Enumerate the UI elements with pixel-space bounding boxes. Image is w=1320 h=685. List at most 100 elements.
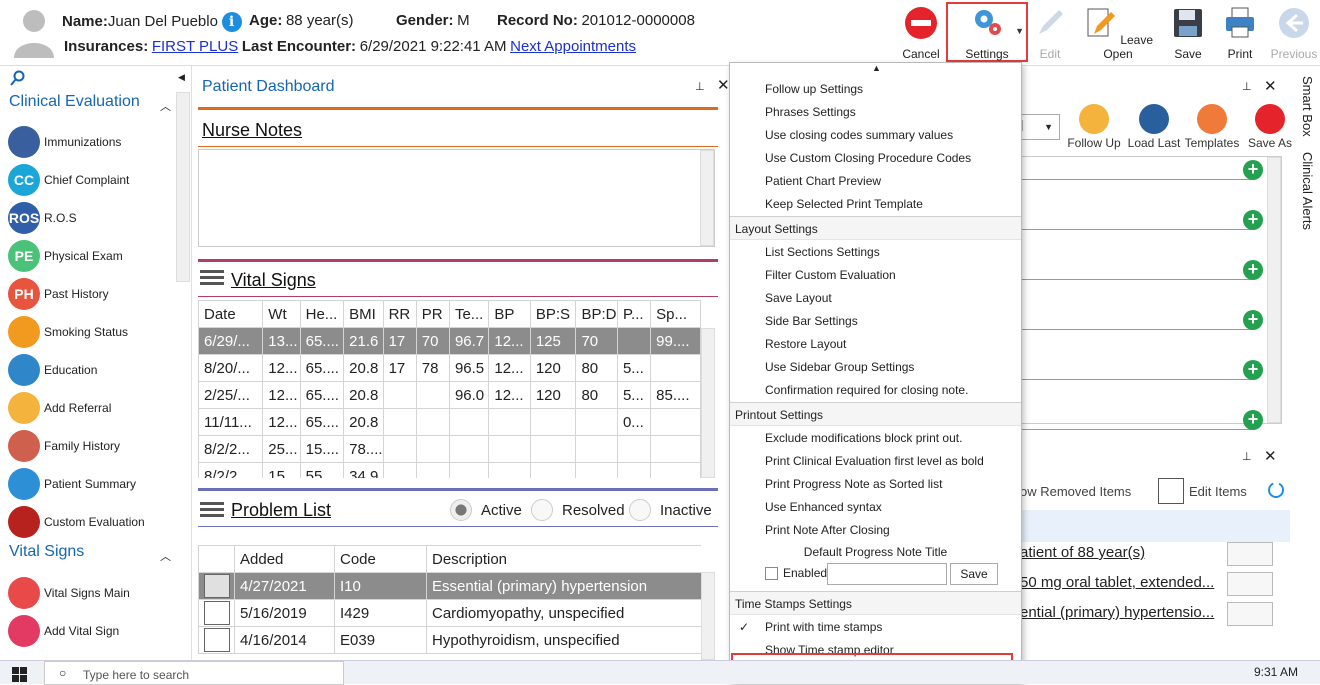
right-toolbar-button[interactable]: Follow Up [1066, 104, 1122, 150]
add-icon[interactable]: + [1243, 410, 1263, 430]
alert-row-action-dropdown[interactable] [1227, 572, 1273, 596]
vitals-column-header[interactable]: BP:D [575, 300, 618, 328]
vitals-column-header[interactable]: RR [382, 300, 417, 328]
table-row[interactable]: 8/2/2... 25... 15.... 78.... [198, 435, 701, 463]
menu-icon[interactable] [200, 269, 224, 287]
pin-icon[interactable]: ⊥ [1242, 450, 1252, 463]
close-icon[interactable]: ✕ [717, 76, 730, 94]
sidebar-item[interactable]: ROS R.O.S [8, 202, 180, 234]
vitals-column-header[interactable]: BP [488, 300, 531, 328]
save-button[interactable]: Save [1168, 4, 1208, 62]
right-toolbar-button[interactable]: Templates [1184, 104, 1240, 150]
row-select-cell[interactable] [198, 599, 235, 627]
sidebar-item[interactable]: Smoking Status [8, 316, 180, 348]
menu-item[interactable]: Patient Chart Preview [765, 170, 881, 193]
menu-item[interactable]: Use Enhanced syntax [765, 496, 882, 519]
alert-row-action-dropdown[interactable] [1227, 602, 1273, 626]
table-row[interactable]: 11/11... 12... 65.... 20.8 0... [198, 408, 701, 436]
enabled-checkbox[interactable] [765, 567, 778, 580]
menu-item[interactable]: Save Layout [765, 287, 832, 310]
sidebar-item[interactable]: PH Past History [8, 278, 180, 310]
edit-button[interactable]: Edit [1030, 4, 1070, 62]
settings-button[interactable]: Settings ▼ [946, 2, 1028, 62]
menu-item[interactable]: Side Bar Settings [765, 310, 858, 333]
smart-box-scrollbar[interactable] [1267, 157, 1281, 423]
row-checkbox[interactable] [204, 574, 230, 598]
menu-item[interactable]: Use Sidebar Group Settings [765, 356, 914, 379]
section-clinical-evaluation[interactable]: Clinical Evaluation [9, 93, 140, 111]
menu-item[interactable]: Print with time stamps [765, 616, 882, 639]
menu-item[interactable]: Print Note After Closing [765, 519, 890, 542]
vitals-column-header[interactable]: Date [198, 300, 264, 328]
right-toolbar-button[interactable]: Load Last [1126, 104, 1182, 150]
windows-start-icon[interactable] [12, 667, 28, 683]
next-appointments-link[interactable]: Next Appointments [510, 38, 636, 55]
collapse-sidebar-icon[interactable]: ◀ [178, 72, 185, 83]
vitals-scrollbar[interactable] [701, 328, 715, 478]
table-row[interactable]: 2/25/... 12... 65.... 20.8 96.0 12... 120 80 5..… [198, 381, 701, 409]
vital-signs-title[interactable]: Vital Signs [231, 270, 316, 291]
problem-scrollbar[interactable] [701, 572, 715, 660]
sidebar-item[interactable]: Education [8, 354, 180, 386]
section-vital-signs[interactable]: Vital Signs [9, 543, 84, 561]
chevron-up-icon[interactable]: ︿ [160, 98, 171, 114]
notes-scrollbar[interactable] [700, 150, 714, 246]
alert-row[interactable]: 50 mg oral tablet, extended... [1020, 574, 1225, 591]
sidebar-item[interactable]: CC Chief Complaint [8, 164, 180, 196]
previous-button[interactable]: Previous [1270, 4, 1318, 62]
menu-item[interactable]: Restore Layout [765, 333, 846, 356]
table-row[interactable]: 8/20/... 12... 65.... 20.8 17 78 96.5 12... 120 8… [198, 354, 701, 382]
problem-column-header[interactable]: Added [234, 545, 335, 573]
row-checkbox[interactable] [204, 628, 230, 652]
sidebar-item[interactable]: Immunizations [8, 126, 180, 158]
vitals-column-header[interactable]: Sp... [650, 300, 701, 328]
add-icon[interactable]: + [1243, 310, 1263, 330]
close-icon[interactable]: ✕ [1264, 77, 1277, 95]
table-row[interactable]: 8/2/2... 15 55 34.9 [198, 462, 701, 478]
sidebar-item[interactable]: Add Referral [8, 392, 180, 424]
vitals-column-header[interactable]: Wt [262, 300, 301, 328]
scroll-up-icon[interactable]: ▲ [872, 63, 881, 73]
row-checkbox[interactable] [204, 601, 230, 625]
vitals-column-header[interactable]: Te... [448, 300, 490, 328]
sidebar-item[interactable]: Family History [8, 430, 180, 462]
edit-items-checkbox[interactable] [1158, 478, 1184, 504]
chevron-up-icon[interactable]: ︿ [160, 548, 171, 564]
table-row[interactable]: 6/29/... 13... 65.... 21.6 17 70 96.7 12... 125 7… [198, 327, 701, 355]
menu-item[interactable]: Print Progress Note as Sorted list [765, 473, 942, 496]
vitals-column-header[interactable]: P... [616, 300, 652, 328]
right-toolbar-button[interactable]: Save As [1242, 104, 1298, 150]
print-button[interactable]: Print [1220, 4, 1260, 62]
refresh-icon[interactable] [1266, 480, 1286, 500]
menu-icon[interactable] [200, 501, 224, 519]
menu-item[interactable]: Use Custom Closing Procedure Codes [765, 147, 971, 170]
default-title-input[interactable] [827, 563, 947, 585]
menu-item[interactable]: Use closing codes summary values [765, 124, 953, 147]
vitals-column-header[interactable]: BMI [343, 300, 384, 328]
taskbar-search-box[interactable]: ○ Type here to search [44, 661, 344, 685]
leave-open-button[interactable]: Leave Open [1082, 4, 1154, 62]
menu-item[interactable]: Follow up Settings [765, 78, 863, 101]
sidebar-item[interactable]: Add Vital Sign [8, 615, 180, 647]
pin-icon[interactable]: ⊥ [695, 80, 705, 93]
smart-box-tab[interactable]: Smart Box [1300, 76, 1315, 137]
menu-item[interactable]: Exclude modifications block print out. [765, 427, 962, 450]
sidebar-item[interactable]: Custom Evaluation [8, 506, 180, 538]
pin-icon[interactable]: ⊥ [1242, 80, 1252, 93]
alert-row[interactable]: atient of 88 year(s) [1020, 544, 1225, 561]
menu-item[interactable]: Filter Custom Evaluation [765, 264, 896, 287]
row-select-cell[interactable] [198, 572, 235, 600]
show-removed-items[interactable]: ow Removed Items [1020, 484, 1131, 499]
add-icon[interactable]: + [1243, 210, 1263, 230]
table-row[interactable]: 4/16/2014 E039 Hypothyroidism, unspecified [198, 626, 701, 654]
table-row[interactable]: 5/16/2019 I429 Cardiomyopathy, unspecified [198, 599, 701, 627]
problem-column-header[interactable]: Description [426, 545, 701, 573]
row-select-cell[interactable] [198, 626, 235, 654]
problem-list-title[interactable]: Problem List [231, 500, 331, 521]
table-row[interactable]: 4/27/2021 I10 Essential (primary) hyperten… [198, 572, 701, 600]
nurse-notes-textarea[interactable] [198, 149, 715, 247]
alert-row-action-dropdown[interactable] [1227, 542, 1273, 566]
menu-item[interactable]: Keep Selected Print Template [765, 193, 923, 216]
alert-row[interactable]: ential (primary) hypertensio... [1020, 604, 1225, 621]
vitals-column-header[interactable]: BP:S [529, 300, 577, 328]
